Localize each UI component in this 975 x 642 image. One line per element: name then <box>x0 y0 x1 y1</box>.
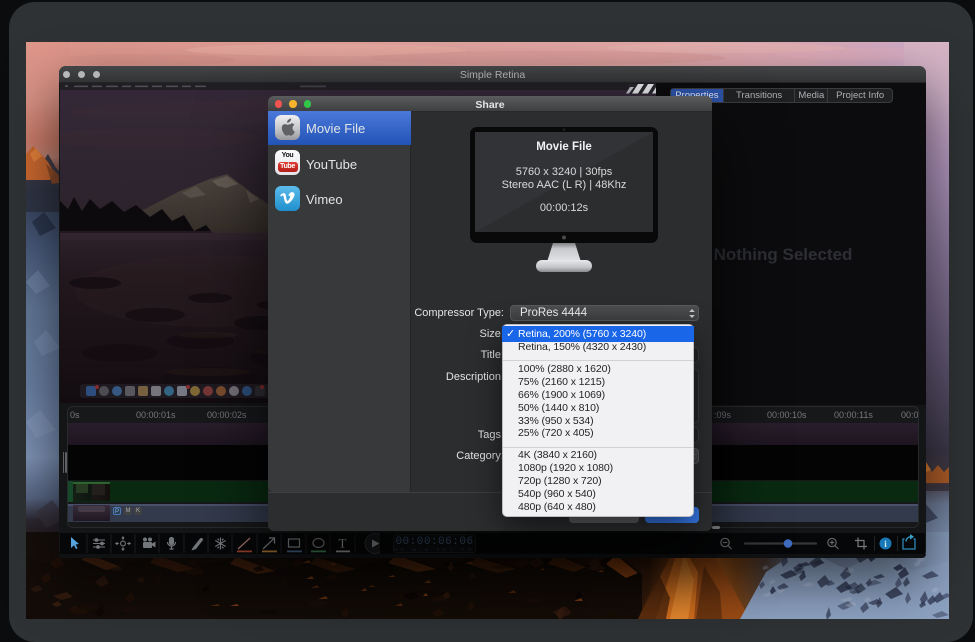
svg-text:T: T <box>339 536 347 551</box>
